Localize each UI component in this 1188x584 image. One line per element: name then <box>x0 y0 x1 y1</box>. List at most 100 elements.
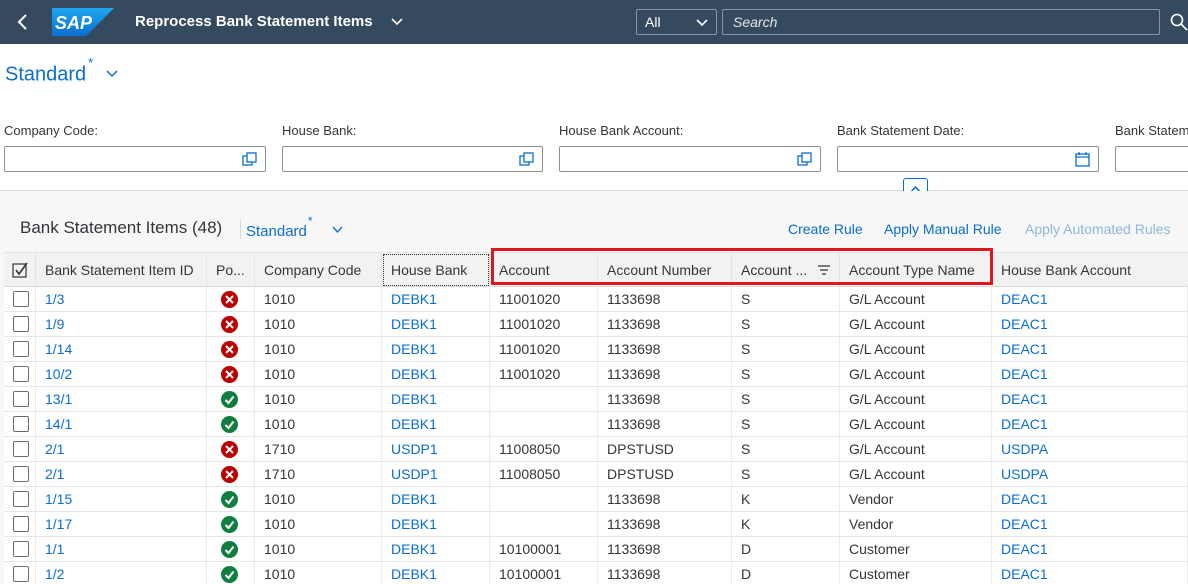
cell-item-id[interactable]: 1/17 <box>36 512 207 537</box>
row-select-cell[interactable] <box>4 362 36 387</box>
cell-house-bank[interactable]: USDP1 <box>382 462 490 487</box>
search-input[interactable]: Search <box>722 9 1160 35</box>
back-arrow-icon[interactable] <box>12 10 34 34</box>
house-bank-account-input[interactable] <box>559 146 821 172</box>
table-row[interactable]: 1/3 1010 DEBK1 11001020 1133698 S G/L Account D… <box>4 287 1188 312</box>
cell-item-id[interactable]: 1/2 <box>36 562 207 584</box>
row-checkbox[interactable] <box>13 466 29 482</box>
cell-item-id[interactable]: 14/1 <box>36 412 207 437</box>
cell-house-bank-account[interactable]: DEAC1 <box>992 562 1188 584</box>
cell-house-bank[interactable]: DEBK1 <box>382 412 490 437</box>
row-checkbox[interactable] <box>13 441 29 457</box>
cell-item-id[interactable]: 13/1 <box>36 387 207 412</box>
cell-house-bank-account[interactable]: DEAC1 <box>992 312 1188 337</box>
row-checkbox[interactable] <box>13 416 29 432</box>
column-header-item-id[interactable]: Bank Statement Item ID <box>36 253 207 287</box>
cell-house-bank[interactable]: DEBK1 <box>382 362 490 387</box>
cell-item-id[interactable]: 1/15 <box>36 487 207 512</box>
table-row[interactable]: 1/15 1010 DEBK1 1133698 K Vendor DEAC1 <box>4 487 1188 512</box>
app-title[interactable]: Reprocess Bank Statement Items <box>135 13 373 30</box>
cell-house-bank-account[interactable]: DEAC1 <box>992 287 1188 312</box>
table-row[interactable]: 2/1 1710 USDP1 11008050 DPSTUSD S G/L Account U… <box>4 437 1188 462</box>
cell-item-id[interactable]: 1/3 <box>36 287 207 312</box>
row-select-cell[interactable] <box>4 487 36 512</box>
cell-item-id[interactable]: 2/1 <box>36 462 207 487</box>
row-checkbox[interactable] <box>13 566 29 582</box>
row-checkbox[interactable] <box>13 366 29 382</box>
cell-house-bank[interactable]: DEBK1 <box>382 337 490 362</box>
table-row[interactable]: 2/1 1710 USDP1 11008050 DPSTUSD S G/L Account U… <box>4 462 1188 487</box>
cell-item-id[interactable]: 2/1 <box>36 437 207 462</box>
row-select-cell[interactable] <box>4 412 36 437</box>
table-row[interactable]: 1/17 1010 DEBK1 1133698 K Vendor DEAC1 <box>4 512 1188 537</box>
cell-house-bank-account[interactable]: DEAC1 <box>992 337 1188 362</box>
table-row[interactable]: 10/2 1010 DEBK1 11001020 1133698 S G/L Account… <box>4 362 1188 387</box>
house-bank-input[interactable] <box>282 146 543 172</box>
bank-statement-date-input[interactable] <box>837 146 1099 172</box>
cell-house-bank[interactable]: DEBK1 <box>382 537 490 562</box>
row-checkbox[interactable] <box>13 516 29 532</box>
cell-house-bank[interactable]: DEBK1 <box>382 512 490 537</box>
row-select-cell[interactable] <box>4 462 36 487</box>
create-rule-button[interactable]: Create Rule <box>788 221 863 237</box>
column-header-house-bank-account[interactable]: House Bank Account <box>992 253 1188 287</box>
cell-house-bank[interactable]: USDP1 <box>382 437 490 462</box>
row-select-cell[interactable] <box>4 287 36 312</box>
row-select-cell[interactable] <box>4 562 36 584</box>
title-chevron-down-icon[interactable] <box>390 15 404 29</box>
column-header-account-type-name[interactable]: Account Type Name <box>840 253 992 287</box>
table-row[interactable]: 1/14 1010 DEBK1 11001020 1133698 S G/L Account… <box>4 337 1188 362</box>
row-checkbox[interactable] <box>13 541 29 557</box>
search-icon[interactable] <box>1170 13 1188 31</box>
column-header-account-number[interactable]: Account Number <box>598 253 732 287</box>
column-header-account-type[interactable]: Account ... <box>732 253 840 287</box>
table-row[interactable]: 1/2 1010 DEBK1 10100001 1133698 D Customer DEAC… <box>4 562 1188 584</box>
calendar-icon[interactable] <box>1075 152 1090 167</box>
cell-house-bank[interactable]: DEBK1 <box>382 287 490 312</box>
table-row[interactable]: 13/1 1010 DEBK1 1133698 S G/L Account DEAC1 <box>4 387 1188 412</box>
column-header-company-code[interactable]: Company Code <box>255 253 382 287</box>
cell-house-bank[interactable]: DEBK1 <box>382 562 490 584</box>
table-row[interactable]: 1/9 1010 DEBK1 11001020 1133698 S G/L Account D… <box>4 312 1188 337</box>
cell-house-bank-account[interactable]: DEAC1 <box>992 412 1188 437</box>
column-header-posting-status[interactable]: Po... <box>207 253 255 287</box>
row-select-cell[interactable] <box>4 537 36 562</box>
variant-selector[interactable]: Standard* <box>5 55 93 87</box>
bank-statement-input[interactable] <box>1115 146 1188 172</box>
cell-item-id[interactable]: 1/14 <box>36 337 207 362</box>
cell-house-bank-account[interactable]: DEAC1 <box>992 512 1188 537</box>
row-checkbox[interactable] <box>13 316 29 332</box>
variant-chevron-down-icon[interactable] <box>105 67 119 81</box>
table-row[interactable]: 1/1 1010 DEBK1 10100001 1133698 D Customer DEAC… <box>4 537 1188 562</box>
company-code-input[interactable] <box>4 146 266 172</box>
cell-house-bank-account[interactable]: DEAC1 <box>992 362 1188 387</box>
row-checkbox[interactable] <box>13 341 29 357</box>
value-help-icon[interactable] <box>242 152 257 167</box>
cell-item-id[interactable]: 10/2 <box>36 362 207 387</box>
column-header-house-bank[interactable]: House Bank <box>382 253 490 287</box>
cell-house-bank-account[interactable]: USDPA <box>992 462 1188 487</box>
cell-house-bank[interactable]: DEBK1 <box>382 487 490 512</box>
row-checkbox[interactable] <box>13 291 29 307</box>
value-help-icon[interactable] <box>797 152 812 167</box>
sap-logo[interactable]: SAP <box>52 8 114 36</box>
row-select-cell[interactable] <box>4 437 36 462</box>
cell-house-bank-account[interactable]: DEAC1 <box>992 537 1188 562</box>
cell-item-id[interactable]: 1/1 <box>36 537 207 562</box>
apply-manual-rule-button[interactable]: Apply Manual Rule <box>884 221 1002 237</box>
row-select-cell[interactable] <box>4 337 36 362</box>
table-variant-chevron-down-icon[interactable] <box>331 223 344 236</box>
table-variant-selector[interactable]: Standard* <box>246 214 313 240</box>
row-checkbox[interactable] <box>13 491 29 507</box>
value-help-icon[interactable] <box>519 152 534 167</box>
cell-house-bank-account[interactable]: USDPA <box>992 437 1188 462</box>
select-all-checkbox-icon[interactable] <box>12 262 28 278</box>
column-header-account[interactable]: Account <box>490 253 598 287</box>
row-select-cell[interactable] <box>4 512 36 537</box>
cell-house-bank-account[interactable]: DEAC1 <box>992 487 1188 512</box>
search-scope-select[interactable]: All <box>636 9 717 35</box>
table-row[interactable]: 14/1 1010 DEBK1 1133698 S G/L Account DEAC1 <box>4 412 1188 437</box>
row-select-cell[interactable] <box>4 387 36 412</box>
row-select-cell[interactable] <box>4 312 36 337</box>
cell-house-bank[interactable]: DEBK1 <box>382 387 490 412</box>
